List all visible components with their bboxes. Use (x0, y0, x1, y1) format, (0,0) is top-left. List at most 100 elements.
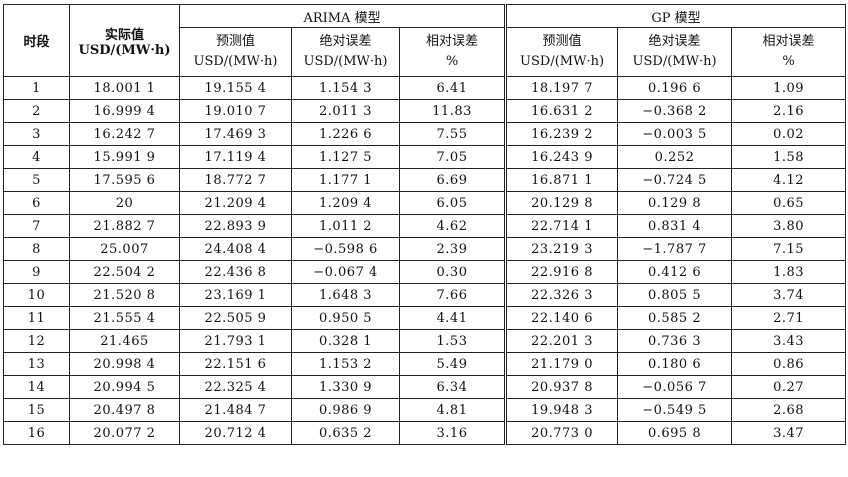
table-body: 1 18.001 1 19.155 4 1.154 3 6.41 18.197 … (3, 76, 847, 445)
arima-abs-error-cell: 1.127 5 (291, 145, 400, 169)
arima-rel-error-cell: 7.66 (398, 283, 507, 307)
gp-forecast-cell: 20.937 8 (504, 375, 619, 399)
arima-rel-error-cell: 6.34 (398, 375, 507, 399)
gp-rel-error-cell: 3.74 (731, 283, 847, 307)
arima-forecast-cell: 22.505 9 (179, 306, 292, 330)
actual-value-cell: 20.077 2 (69, 421, 180, 445)
period-cell: 4 (3, 145, 70, 169)
table-row: 15 20.497 8 21.484 7 0.986 9 4.81 19.948… (3, 398, 847, 422)
arima-forecast-cell: 19.010 7 (179, 99, 292, 123)
gp-forecast-cell: 21.179 0 (504, 352, 619, 376)
period-cell: 2 (3, 99, 70, 123)
table-row: 1 18.001 1 19.155 4 1.154 3 6.41 18.197 … (3, 76, 847, 100)
gp-rel-error-cell: 3.43 (731, 329, 847, 353)
gp-forecast-cell: 16.631 2 (504, 99, 619, 123)
gp-group-header: GP 模型 (504, 4, 847, 28)
arima-rel-error-header-unit: % (445, 54, 459, 69)
arima-forecast-cell: 21.484 7 (179, 398, 292, 422)
period-cell: 3 (3, 122, 70, 146)
period-cell: 6 (3, 191, 70, 215)
table-row: 7 21.882 7 22.893 9 1.011 2 4.62 22.714 … (3, 214, 847, 238)
gp-forecast-cell: 18.197 7 (504, 76, 619, 100)
arima-abs-error-header-unit: USD/(MW·h) (303, 54, 388, 69)
actual-value-cell: 22.504 2 (69, 260, 180, 284)
arima-forecast-header-label: 预测值 (215, 34, 255, 49)
table-row: 3 16.242 7 17.469 3 1.226 6 7.55 16.239 … (3, 122, 847, 146)
arima-abs-error-cell: 1.209 4 (291, 191, 400, 215)
period-cell: 10 (3, 283, 70, 307)
table-row: 2 16.999 4 19.010 7 2.011 3 11.83 16.631… (3, 99, 847, 123)
arima-forecast-cell: 21.209 4 (179, 191, 292, 215)
arima-forecast-header: 预测值 USD/(MW·h) (179, 27, 292, 77)
period-cell: 5 (3, 168, 70, 192)
gp-abs-error-header-unit: USD/(MW·h) (632, 54, 717, 69)
arima-abs-error-cell: 0.635 2 (291, 421, 400, 445)
table-row: 14 20.994 5 22.325 4 1.330 9 6.34 20.937… (3, 375, 847, 399)
gp-abs-error-cell: −0.724 5 (617, 168, 733, 192)
actual-value-cell: 16.242 7 (69, 122, 180, 146)
gp-rel-error-cell: 2.71 (731, 306, 847, 330)
arima-rel-error-cell: 1.53 (398, 329, 507, 353)
gp-rel-error-cell: 0.86 (731, 352, 847, 376)
actual-value-cell: 21.882 7 (69, 214, 180, 238)
actual-value-cell: 20.497 8 (69, 398, 180, 422)
actual-value-cell: 21.555 4 (69, 306, 180, 330)
arima-rel-error-cell: 4.62 (398, 214, 507, 238)
arima-abs-error-cell: 2.011 3 (291, 99, 400, 123)
arima-abs-error-cell: 1.648 3 (291, 283, 400, 307)
gp-abs-error-cell: 0.129 8 (617, 191, 733, 215)
table-row: 12 21.465 21.793 1 0.328 1 1.53 22.201 3… (3, 329, 847, 353)
forecast-comparison-table: 时段 实际值 USD/(MW·h) ARIMA 模型 GP 模型 预测值 USD… (3, 4, 847, 445)
gp-forecast-cell: 22.714 1 (504, 214, 619, 238)
gp-rel-error-cell: 7.15 (731, 237, 847, 261)
arima-forecast-cell: 22.436 8 (179, 260, 292, 284)
actual-value-cell: 18.001 1 (69, 76, 180, 100)
arima-rel-error-cell: 6.05 (398, 191, 507, 215)
gp-abs-error-cell: 0.831 4 (617, 214, 733, 238)
gp-abs-error-cell: −0.003 5 (617, 122, 733, 146)
period-cell: 16 (3, 421, 70, 445)
gp-abs-error-cell: −0.056 7 (617, 375, 733, 399)
period-cell: 1 (3, 76, 70, 100)
period-header: 时段 (3, 4, 70, 77)
arima-abs-error-cell: −0.067 4 (291, 260, 400, 284)
gp-abs-error-cell: 0.252 (617, 145, 733, 169)
gp-rel-error-header-label: 相对误差 (762, 34, 815, 49)
gp-rel-error-cell: 2.16 (731, 99, 847, 123)
actual-value-cell: 20.998 4 (69, 352, 180, 376)
arima-abs-error-cell: 0.986 9 (291, 398, 400, 422)
gp-rel-error-cell: 0.27 (731, 375, 847, 399)
arima-rel-error-cell: 7.55 (398, 122, 507, 146)
period-cell: 9 (3, 260, 70, 284)
arima-rel-error-cell: 5.49 (398, 352, 507, 376)
gp-abs-error-cell: 0.585 2 (617, 306, 733, 330)
arima-forecast-cell: 22.325 4 (179, 375, 292, 399)
actual-value-header: 实际值 USD/(MW·h) (69, 4, 180, 77)
gp-rel-error-cell: 3.80 (731, 214, 847, 238)
arima-abs-error-header: 绝对误差 USD/(MW·h) (291, 27, 400, 77)
period-cell: 14 (3, 375, 70, 399)
gp-rel-error-cell: 0.02 (731, 122, 847, 146)
gp-rel-error-cell: 1.83 (731, 260, 847, 284)
table-row: 11 21.555 4 22.505 9 0.950 5 4.41 22.140… (3, 306, 847, 330)
arima-forecast-cell: 18.772 7 (179, 168, 292, 192)
actual-value-cell: 25.007 (69, 237, 180, 261)
gp-abs-error-cell: 0.736 3 (617, 329, 733, 353)
arima-rel-error-cell: 0.30 (398, 260, 507, 284)
gp-abs-error-cell: 0.180 6 (617, 352, 733, 376)
table-row: 10 21.520 8 23.169 1 1.648 3 7.66 22.326… (3, 283, 847, 307)
gp-rel-error-header-unit: % (782, 54, 795, 69)
gp-rel-error-cell: 1.09 (731, 76, 847, 100)
period-cell: 13 (3, 352, 70, 376)
period-cell: 7 (3, 214, 70, 238)
table-row: 5 17.595 6 18.772 7 1.177 1 6.69 16.871 … (3, 168, 847, 192)
gp-forecast-header-label: 预测值 (542, 34, 582, 49)
gp-rel-error-cell: 1.58 (731, 145, 847, 169)
table-row: 13 20.998 4 22.151 6 1.153 2 5.49 21.179… (3, 352, 847, 376)
gp-forecast-cell: 22.326 3 (504, 283, 619, 307)
gp-rel-error-cell: 3.47 (731, 421, 847, 445)
gp-forecast-cell: 22.201 3 (504, 329, 619, 353)
gp-forecast-cell: 22.140 6 (504, 306, 619, 330)
arima-rel-error-cell: 6.69 (398, 168, 507, 192)
gp-rel-error-cell: 0.65 (731, 191, 847, 215)
